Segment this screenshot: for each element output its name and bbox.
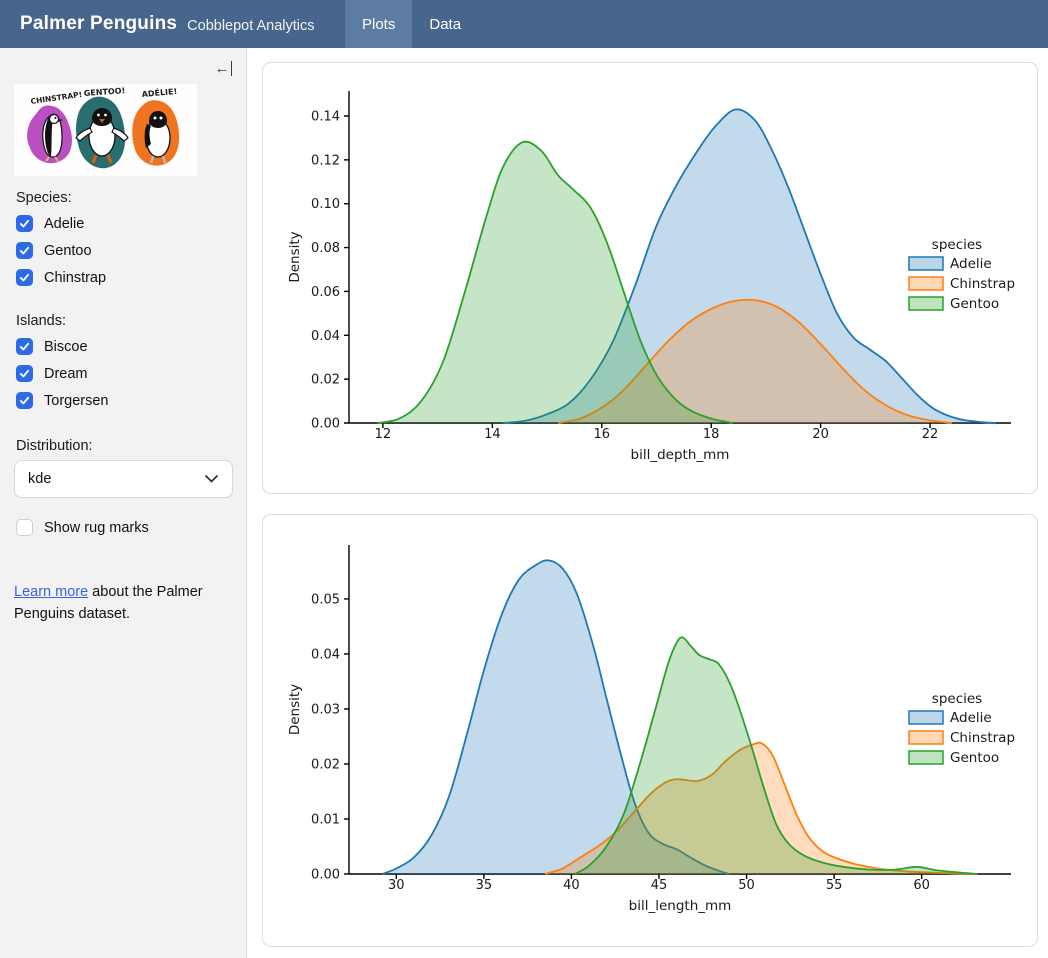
svg-text:bill_length_mm: bill_length_mm — [629, 898, 732, 914]
svg-text:22: 22 — [922, 427, 939, 442]
card-bill-length-plot: 0.00 0.01 0.02 0.03 0.04 0.05 30 35 40 45 50 55 60 bi… — [262, 514, 1038, 947]
app-subtitle: Cobblepot Analytics — [187, 15, 314, 34]
svg-text:Gentoo: Gentoo — [950, 296, 999, 312]
svg-text:16: 16 — [593, 427, 610, 442]
distribution-select[interactable]: kde — [14, 460, 233, 498]
checkbox-species-adelie[interactable]: Adelie — [14, 210, 232, 237]
tab-data[interactable]: Data — [412, 0, 478, 48]
islands-section-label: Islands: — [16, 313, 232, 329]
svg-text:0.01: 0.01 — [311, 812, 340, 827]
svg-text:30: 30 — [388, 878, 405, 893]
svg-text:0.05: 0.05 — [311, 592, 340, 607]
density-plot-bill-length: 0.00 0.01 0.02 0.03 0.04 0.05 30 35 40 45 50 55 60 bi… — [263, 515, 1037, 946]
svg-text:0.02: 0.02 — [311, 373, 340, 388]
svg-text:0.02: 0.02 — [311, 757, 340, 772]
svg-text:0.08: 0.08 — [311, 241, 340, 256]
svg-text:0.14: 0.14 — [311, 109, 340, 124]
tab-plots[interactable]: Plots — [345, 0, 412, 48]
svg-text:20: 20 — [812, 427, 829, 442]
learn-more-link[interactable]: Learn more — [14, 584, 88, 600]
distribution-selected-value: kde — [28, 471, 51, 487]
checkbox-show-rug-marks[interactable]: Show rug marks — [14, 514, 232, 541]
svg-text:Density: Density — [287, 231, 303, 282]
penguins-artwork-image: CHINSTRAP! GENTOO! ADÉLIE! — [14, 84, 197, 176]
main-content: 0.00 0.02 0.04 0.06 0.08 0.10 0.12 0.14 12 14 16 18… — [247, 48, 1048, 958]
density-plot-bill-depth: 0.00 0.02 0.04 0.06 0.08 0.10 0.12 0.14 12 14 16 18… — [263, 63, 1037, 493]
svg-text:Gentoo: Gentoo — [950, 750, 999, 766]
svg-text:12: 12 — [375, 427, 392, 442]
svg-text:0.12: 0.12 — [311, 153, 340, 168]
svg-text:35: 35 — [476, 878, 493, 893]
svg-text:Chinstrap: Chinstrap — [950, 276, 1015, 292]
checkbox-checked-icon[interactable] — [16, 269, 33, 286]
navbar-brand: Palmer Penguins Cobblepot Analytics — [0, 0, 345, 48]
svg-text:60: 60 — [913, 878, 930, 893]
svg-text:0.03: 0.03 — [311, 702, 340, 717]
checkbox-island-biscoe[interactable]: Biscoe — [14, 333, 232, 360]
distribution-section-label: Distribution: — [16, 438, 232, 454]
checkbox-checked-icon[interactable] — [16, 365, 33, 382]
sidebar: ← — [0, 48, 247, 958]
app-title: Palmer Penguins — [20, 13, 177, 35]
checkbox-species-chinstrap[interactable]: Chinstrap — [14, 264, 232, 291]
chevron-down-icon — [205, 475, 218, 483]
checkbox-unchecked-icon[interactable] — [16, 519, 33, 536]
svg-text:bill_depth_mm: bill_depth_mm — [631, 447, 730, 463]
checkbox-island-dream[interactable]: Dream — [14, 360, 232, 387]
svg-text:Adelie: Adelie — [950, 256, 992, 272]
svg-text:50: 50 — [738, 878, 755, 893]
svg-text:0.06: 0.06 — [311, 285, 340, 300]
navbar: Palmer Penguins Cobblepot Analytics Plot… — [0, 0, 1048, 48]
svg-text:0.10: 0.10 — [311, 197, 340, 212]
svg-text:45: 45 — [651, 878, 668, 893]
checkbox-checked-icon[interactable] — [16, 242, 33, 259]
svg-text:species: species — [932, 691, 982, 707]
species-section-label: Species: — [16, 190, 232, 206]
svg-text:0.00: 0.00 — [311, 417, 340, 432]
svg-text:18: 18 — [703, 427, 720, 442]
svg-text:0.04: 0.04 — [311, 647, 340, 662]
svg-text:Density: Density — [287, 684, 303, 735]
checkbox-checked-icon[interactable] — [16, 215, 33, 232]
svg-text:species: species — [932, 237, 982, 253]
svg-text:Chinstrap: Chinstrap — [950, 730, 1015, 746]
checkbox-island-torgersen[interactable]: Torgersen — [14, 387, 232, 414]
svg-text:40: 40 — [563, 878, 580, 893]
svg-text:0.00: 0.00 — [311, 868, 340, 883]
checkbox-checked-icon[interactable] — [16, 392, 33, 409]
svg-text:Adelie: Adelie — [950, 710, 992, 726]
svg-text:55: 55 — [826, 878, 843, 893]
svg-text:0.04: 0.04 — [311, 329, 340, 344]
svg-text:14: 14 — [484, 427, 501, 442]
navbar-tabs: Plots Data — [345, 0, 478, 48]
checkbox-checked-icon[interactable] — [16, 338, 33, 355]
sidebar-collapse-icon[interactable]: ← — [215, 58, 233, 78]
learn-more-text: Learn more about the Palmer Penguins dat… — [14, 581, 219, 626]
checkbox-species-gentoo[interactable]: Gentoo — [14, 237, 232, 264]
card-bill-depth-plot: 0.00 0.02 0.04 0.06 0.08 0.10 0.12 0.14 12 14 16 18… — [262, 62, 1038, 494]
